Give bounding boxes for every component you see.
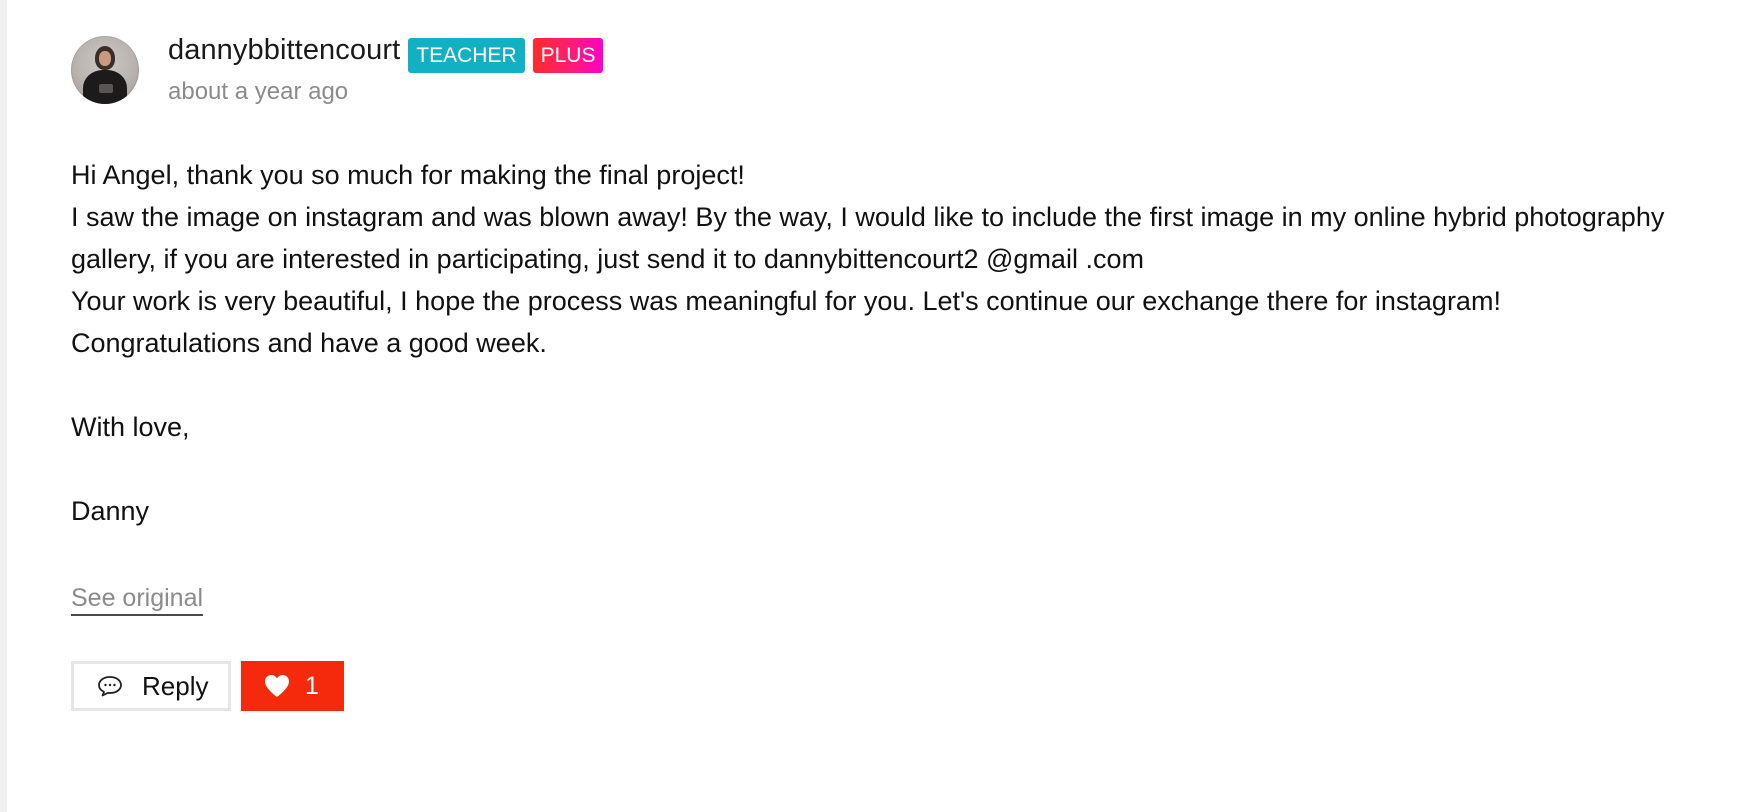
plus-badge: PLUS	[532, 38, 604, 73]
avatar-camera	[99, 84, 113, 93]
reply-button[interactable]: Reply	[71, 661, 231, 711]
like-count: 1	[305, 671, 319, 700]
comment-signature: Danny	[71, 496, 150, 526]
comment-closing: With love,	[71, 412, 190, 442]
reply-label: Reply	[142, 670, 209, 701]
username-link[interactable]: dannybbittencourt	[168, 34, 400, 67]
comment-paragraph: Hi Angel, thank you so much for making t…	[71, 160, 745, 190]
speech-bubble-icon	[98, 676, 122, 697]
comment-paragraph: I saw the image on instagram and was blo…	[71, 202, 1665, 274]
comment-paragraph: Your work is very beautiful, I hope the …	[71, 286, 1501, 316]
comment-card: dannybbittencourt TEACHER PLUS about a y…	[71, 33, 1711, 711]
author-meta: dannybbittencourt TEACHER PLUS about a y…	[168, 33, 604, 106]
like-button[interactable]: 1	[241, 661, 344, 711]
left-border	[0, 0, 7, 812]
author-name-row: dannybbittencourt TEACHER PLUS	[168, 33, 604, 73]
teacher-badge: TEACHER	[408, 38, 525, 73]
comment-actions: Reply 1	[71, 661, 1711, 711]
comment-body: Hi Angel, thank you so much for making t…	[71, 154, 1711, 532]
see-original-link[interactable]: See original	[71, 584, 204, 616]
avatar[interactable]	[71, 36, 139, 104]
comment-paragraph: Congratulations and have a good week.	[71, 328, 547, 358]
avatar-face	[99, 51, 111, 66]
comment-header: dannybbittencourt TEACHER PLUS about a y…	[71, 33, 1711, 106]
heart-icon	[265, 675, 289, 697]
comment-timestamp: about a year ago	[168, 78, 349, 105]
